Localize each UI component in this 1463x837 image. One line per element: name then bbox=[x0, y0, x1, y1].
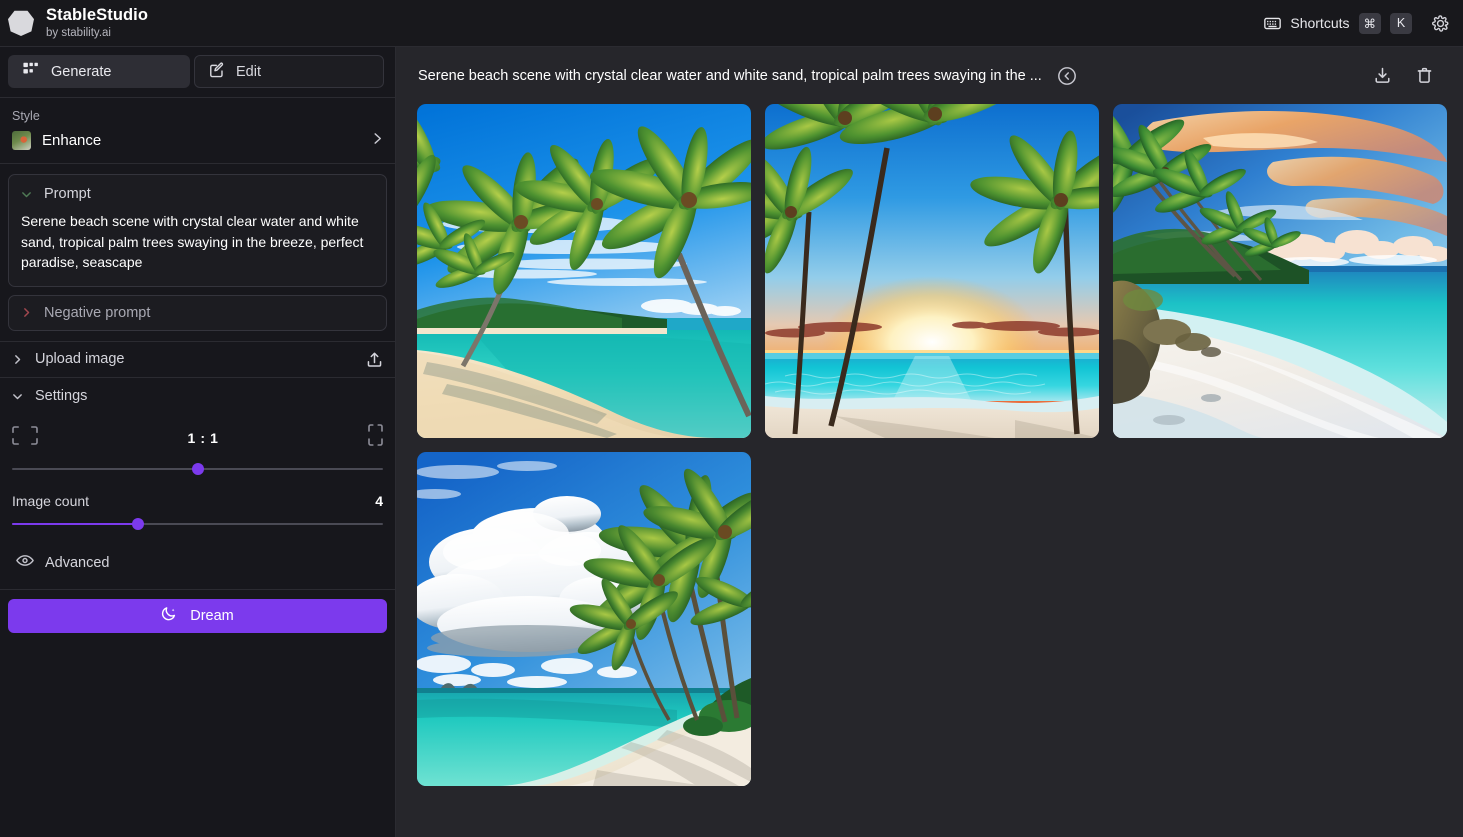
trash-icon[interactable] bbox=[1413, 65, 1435, 87]
sidebar: Generate Edit Style Enhance Prompt Seren… bbox=[0, 47, 396, 837]
kbd-k: K bbox=[1390, 12, 1412, 34]
beach-palms-turquoise-lagoon bbox=[417, 104, 751, 438]
download-icon[interactable] bbox=[1371, 65, 1393, 87]
gear-icon[interactable] bbox=[1429, 12, 1451, 34]
grid-squares-icon bbox=[23, 62, 40, 81]
hexagon-logo-icon bbox=[8, 10, 34, 36]
top-bar: StableStudio by stability.ai Shortcuts ⌘… bbox=[0, 0, 1463, 47]
landscape-frame-icon[interactable] bbox=[12, 425, 38, 450]
arrow-left-circle-icon[interactable] bbox=[1056, 65, 1078, 87]
chevron-down-icon[interactable] bbox=[21, 189, 32, 200]
style-value: Enhance bbox=[42, 132, 102, 149]
negative-prompt-card[interactable]: Negative prompt bbox=[8, 294, 387, 331]
settings-label: Settings bbox=[35, 388, 88, 405]
brand-subtitle: by stability.ai bbox=[46, 26, 111, 39]
prompt-title: Prompt bbox=[44, 186, 91, 202]
upload-icon[interactable] bbox=[366, 351, 383, 368]
results-header: Serene beach scene with crystal clear wa… bbox=[396, 47, 1463, 104]
shortcuts-button[interactable]: Shortcuts ⌘ K bbox=[1264, 12, 1412, 34]
beach-palms-sunset bbox=[765, 104, 1099, 438]
brand-title: StableStudio bbox=[46, 6, 149, 25]
main-content: Serene beach scene with crystal clear wa… bbox=[396, 47, 1463, 837]
chevron-right-icon bbox=[372, 132, 383, 150]
beach-palms-cumulus-clouds bbox=[417, 452, 751, 786]
moon-icon bbox=[161, 606, 177, 626]
prompt-input[interactable]: Serene beach scene with crystal clear wa… bbox=[21, 211, 374, 273]
brand[interactable]: StableStudio by stability.ai bbox=[0, 6, 149, 39]
dream-button[interactable]: Dream bbox=[8, 598, 387, 633]
upload-image-label: Upload image bbox=[35, 351, 125, 368]
settings-row[interactable]: Settings bbox=[0, 378, 395, 415]
dream-button-label: Dream bbox=[190, 607, 234, 624]
chevron-right-icon[interactable] bbox=[12, 354, 23, 365]
aspect-ratio-value: 1 : 1 bbox=[187, 429, 219, 446]
kbd-command: ⌘ bbox=[1358, 12, 1381, 34]
beach-rocks-sunset-clouds bbox=[1113, 104, 1447, 438]
prompt-card[interactable]: Prompt Serene beach scene with crystal c… bbox=[8, 174, 387, 287]
tab-generate-label: Generate bbox=[51, 63, 112, 80]
slider-fill bbox=[12, 522, 139, 525]
style-selector[interactable]: Enhance bbox=[12, 131, 383, 150]
pencil-square-icon bbox=[209, 61, 225, 82]
negative-prompt-title: Negative prompt bbox=[44, 304, 151, 321]
eye-icon bbox=[16, 554, 34, 572]
portrait-frame-icon[interactable] bbox=[368, 424, 383, 451]
image-count-slider[interactable] bbox=[12, 517, 383, 531]
upload-image-row[interactable]: Upload image bbox=[0, 340, 395, 378]
tab-generate[interactable]: Generate bbox=[8, 55, 190, 88]
advanced-row[interactable]: Advanced bbox=[12, 543, 383, 583]
slider-thumb[interactable] bbox=[132, 517, 145, 530]
style-section-label: Style bbox=[12, 109, 40, 123]
sidebar-tabs: Generate Edit bbox=[0, 47, 395, 98]
advanced-label: Advanced bbox=[45, 554, 110, 571]
result-image-3[interactable] bbox=[1113, 104, 1447, 438]
style-thumbnail-icon bbox=[12, 131, 31, 150]
image-count-value: 4 bbox=[375, 492, 383, 509]
result-image-4[interactable] bbox=[417, 452, 751, 786]
settings-body: 1 : 1 Image count 4 Advanced bbox=[0, 415, 395, 589]
results-grid bbox=[396, 104, 1463, 786]
chevron-down-icon[interactable] bbox=[12, 391, 23, 402]
tab-edit[interactable]: Edit bbox=[194, 55, 384, 88]
result-image-1[interactable] bbox=[417, 104, 751, 438]
slider-thumb[interactable] bbox=[191, 462, 204, 475]
shortcuts-label: Shortcuts bbox=[1290, 15, 1350, 31]
chevron-right-icon[interactable] bbox=[21, 307, 32, 318]
aspect-ratio-slider[interactable] bbox=[12, 462, 383, 476]
page-title: Serene beach scene with crystal clear wa… bbox=[418, 67, 1042, 84]
keyboard-icon bbox=[1264, 17, 1282, 30]
style-section: Style Enhance bbox=[0, 98, 395, 164]
image-count-label: Image count bbox=[12, 492, 90, 509]
result-image-2[interactable] bbox=[765, 104, 1099, 438]
tab-edit-label: Edit bbox=[236, 63, 261, 80]
